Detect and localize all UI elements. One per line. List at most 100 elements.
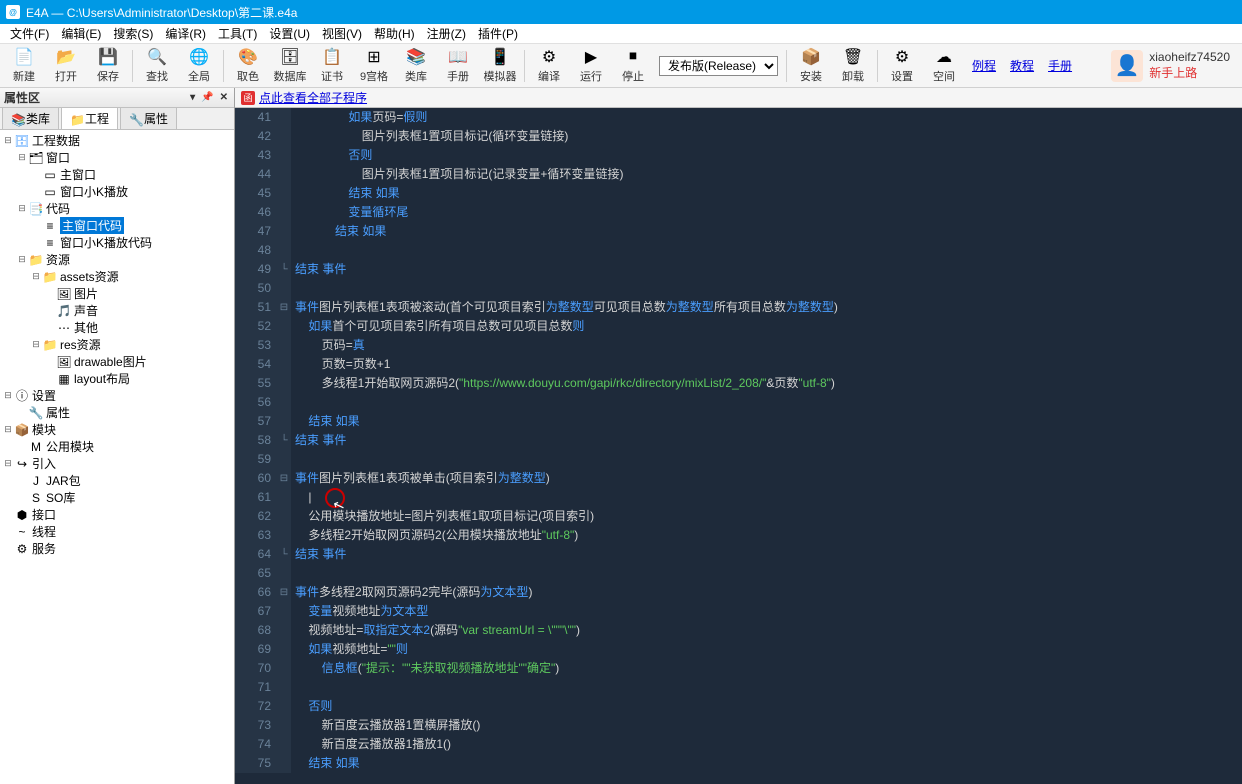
code-content[interactable]: 变量循环尾 [291, 203, 1242, 222]
link-例程[interactable]: 例程 [966, 57, 1002, 74]
tree-node[interactable]: ≡主窗口代码 [2, 217, 232, 234]
view-all-subroutines-link[interactable]: 点此查看全部子程序 [259, 89, 367, 106]
toolbar-证书[interactable]: 📋证书 [312, 46, 352, 86]
project-tree[interactable]: ⊟🗄工程数据⊟🗂窗口▭主窗口▭窗口小K播放⊟📑代码≡主窗口代码≡窗口小K播放代码… [0, 130, 234, 784]
fold-icon[interactable] [277, 564, 291, 583]
fold-icon[interactable] [277, 279, 291, 298]
toolbar-停止[interactable]: ⏹停止 [613, 46, 653, 86]
menu-item[interactable]: 搜索(S) [107, 23, 159, 44]
code-editor[interactable]: ↖ 41 如果页码=假则42 图片列表框1置项目标记(循环变量链接)43 否则4… [235, 108, 1242, 784]
code-content[interactable]: 多线程1开始取网页源码2("https://www.douyu.com/gapi… [291, 374, 1242, 393]
code-line[interactable]: 57 结束 如果 [235, 412, 1242, 431]
code-line[interactable]: 49└结束 事件 [235, 260, 1242, 279]
toolbar-类库[interactable]: 📚类库 [396, 46, 436, 86]
toolbar-新建[interactable]: 📄新建 [4, 46, 44, 86]
panel-close-icon[interactable]: ✕ [218, 92, 230, 103]
toolbar-手册[interactable]: 📖手册 [438, 46, 478, 86]
fold-icon[interactable] [277, 488, 291, 507]
code-line[interactable]: 51⊟事件图片列表框1表项被滚动(首个可见项目索引为整数型可见项目总数为整数型所… [235, 298, 1242, 317]
tree-node[interactable]: ⊟🗄工程数据 [2, 132, 232, 149]
code-line[interactable]: 50 [235, 279, 1242, 298]
fold-icon[interactable] [277, 754, 291, 773]
code-line[interactable]: 58└结束 事件 [235, 431, 1242, 450]
code-content[interactable]: 页数=页数+1 [291, 355, 1242, 374]
code-line[interactable]: 67 变量视频地址为文本型 [235, 602, 1242, 621]
code-line[interactable]: 60⊟事件图片列表框1表项被单击(项目索引为整数型) [235, 469, 1242, 488]
tree-node[interactable]: 🎵声音 [2, 302, 232, 319]
fold-icon[interactable]: └ [277, 260, 291, 279]
tree-toggle-icon[interactable]: ⊟ [2, 135, 14, 146]
code-content[interactable]: 变量视频地址为文本型 [291, 602, 1242, 621]
code-line[interactable]: 70 信息框("提示：""未获取视频播放地址""确定") [235, 659, 1242, 678]
code-line[interactable]: 66⊟事件多线程2取网页源码2完毕(源码为文本型) [235, 583, 1242, 602]
fold-icon[interactable] [277, 184, 291, 203]
toolbar-安装[interactable]: 📦安装 [791, 46, 831, 86]
toolbar-编译[interactable]: ⚙编译 [529, 46, 569, 86]
code-line[interactable]: 55 多线程1开始取网页源码2("https://www.douyu.com/g… [235, 374, 1242, 393]
code-content[interactable]: 如果视频地址=""则 [291, 640, 1242, 659]
tree-toggle-icon[interactable]: ⊟ [2, 424, 14, 435]
code-content[interactable]: 结束 事件 [291, 431, 1242, 450]
code-content[interactable]: 否则 [291, 146, 1242, 165]
code-content[interactable] [291, 564, 1242, 583]
fold-icon[interactable] [277, 222, 291, 241]
tree-toggle-icon[interactable]: ⊟ [30, 339, 42, 350]
code-line[interactable]: 62 公用模块播放地址=图片列表框1取项目标记(项目索引) [235, 507, 1242, 526]
code-line[interactable]: 73 新百度云播放器1置横屏播放() [235, 716, 1242, 735]
tree-node[interactable]: 🖼drawable图片 [2, 353, 232, 370]
code-line[interactable]: 71 [235, 678, 1242, 697]
code-line[interactable]: 63 多线程2开始取网页源码2(公用模块播放地址"utf-8") [235, 526, 1242, 545]
tree-node[interactable]: ⊟📁资源 [2, 251, 232, 268]
code-content[interactable]: 图片列表框1置项目标记(循环变量链接) [291, 127, 1242, 146]
fold-icon[interactable]: └ [277, 431, 291, 450]
fold-icon[interactable] [277, 374, 291, 393]
code-content[interactable]: 结束 如果 [291, 184, 1242, 203]
code-line[interactable]: 54 页数=页数+1 [235, 355, 1242, 374]
code-content[interactable]: 页码=真 [291, 336, 1242, 355]
code-content[interactable]: | [291, 488, 1242, 507]
tree-toggle-icon[interactable]: ⊟ [16, 152, 28, 163]
code-line[interactable]: 74 新百度云播放器1播放1() [235, 735, 1242, 754]
code-content[interactable]: 信息框("提示：""未获取视频播放地址""确定") [291, 659, 1242, 678]
fold-icon[interactable]: ⊟ [277, 583, 291, 602]
code-line[interactable]: 75 结束 如果 [235, 754, 1242, 773]
tree-node[interactable]: ⊟🗂窗口 [2, 149, 232, 166]
tree-node[interactable]: ⊟↪引入 [2, 455, 232, 472]
fold-icon[interactable] [277, 108, 291, 127]
code-content[interactable]: 结束 如果 [291, 222, 1242, 241]
tree-node[interactable]: 🖼图片 [2, 285, 232, 302]
code-content[interactable]: 公用模块播放地址=图片列表框1取项目标记(项目索引) [291, 507, 1242, 526]
menu-item[interactable]: 编辑(E) [55, 23, 107, 44]
code-line[interactable]: 59 [235, 450, 1242, 469]
code-line[interactable]: 53 页码=真 [235, 336, 1242, 355]
code-content[interactable] [291, 450, 1242, 469]
tree-node[interactable]: ~线程 [2, 523, 232, 540]
toolbar-取色[interactable]: 🎨取色 [228, 46, 268, 86]
tree-node[interactable]: ⬢接口 [2, 506, 232, 523]
fold-icon[interactable] [277, 697, 291, 716]
fold-icon[interactable] [277, 203, 291, 222]
tree-node[interactable]: ▦layout布局 [2, 370, 232, 387]
toolbar-设置[interactable]: ⚙设置 [882, 46, 922, 86]
release-combo[interactable]: 发布版(Release) [659, 56, 778, 76]
fold-icon[interactable] [277, 507, 291, 526]
fold-icon[interactable]: ⊟ [277, 298, 291, 317]
tree-node[interactable]: 🔧属性 [2, 404, 232, 421]
fold-icon[interactable] [277, 678, 291, 697]
code-line[interactable]: 45 结束 如果 [235, 184, 1242, 203]
panel-dropdown-icon[interactable]: ▾ [188, 92, 197, 103]
tree-toggle-icon[interactable]: ⊟ [2, 458, 14, 469]
code-content[interactable]: 事件多线程2取网页源码2完毕(源码为文本型) [291, 583, 1242, 602]
fold-icon[interactable] [277, 146, 291, 165]
fold-icon[interactable] [277, 317, 291, 336]
panel-tab-属性[interactable]: 🔧属性 [120, 107, 177, 129]
code-line[interactable]: 44 图片列表框1置项目标记(记录变量+循环变量链接) [235, 165, 1242, 184]
code-content[interactable]: 多线程2开始取网页源码2(公用模块播放地址"utf-8") [291, 526, 1242, 545]
code-line[interactable]: 48 [235, 241, 1242, 260]
code-line[interactable]: 65 [235, 564, 1242, 583]
code-content[interactable] [291, 678, 1242, 697]
tree-node[interactable]: ⊟📁res资源 [2, 336, 232, 353]
toolbar-保存[interactable]: 💾保存 [88, 46, 128, 86]
menu-item[interactable]: 视图(V) [316, 23, 368, 44]
menu-item[interactable]: 插件(P) [472, 23, 524, 44]
